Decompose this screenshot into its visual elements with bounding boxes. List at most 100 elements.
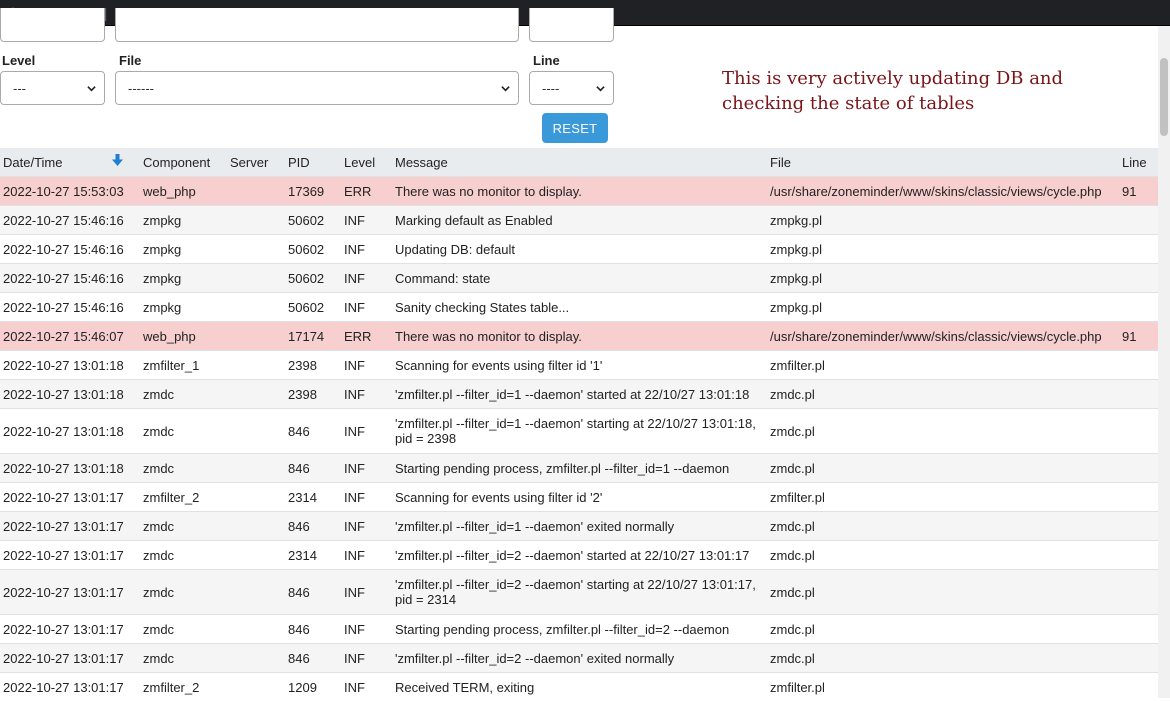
cell-datetime: 2022-10-27 13:01:17 [0, 644, 140, 673]
filter-select-partial-2[interactable] [115, 8, 519, 42]
cell-server [227, 351, 285, 380]
line-filter-select[interactable]: ---- [529, 71, 614, 105]
cell-message: Starting pending process, zmfilter.pl --… [392, 454, 767, 483]
cell-server [227, 483, 285, 512]
col-header-level[interactable]: Level [341, 148, 392, 177]
cell-pid: 2314 [285, 483, 341, 512]
table-row[interactable]: 2022-10-27 13:01:18zmdc846INFStarting pe… [0, 454, 1158, 483]
cell-line [1119, 454, 1158, 483]
col-header-message[interactable]: Message [392, 148, 767, 177]
cell-file: zmfilter.pl [767, 351, 1119, 380]
cell-component: zmpkg [140, 206, 227, 235]
cell-server [227, 322, 285, 351]
cell-pid: 50602 [285, 293, 341, 322]
cell-datetime: 2022-10-27 13:01:18 [0, 380, 140, 409]
cell-server [227, 380, 285, 409]
cell-datetime: 2022-10-27 15:46:16 [0, 206, 140, 235]
filter-select-partial-3[interactable] [529, 8, 614, 42]
cell-file: zmpkg.pl [767, 235, 1119, 264]
cell-level: INF [341, 409, 392, 454]
table-row[interactable]: 2022-10-27 15:53:03web_php17369ERRThere … [0, 177, 1158, 206]
cell-line: 91 [1119, 322, 1158, 351]
cell-line [1119, 673, 1158, 701]
table-row[interactable]: 2022-10-27 15:46:07web_php17174ERRThere … [0, 322, 1158, 351]
cell-level: INF [341, 206, 392, 235]
table-row[interactable]: 2022-10-27 13:01:18zmfilter_12398INFScan… [0, 351, 1158, 380]
cell-level: INF [341, 644, 392, 673]
table-row[interactable]: 2022-10-27 13:01:17zmdc2314INF'zmfilter.… [0, 541, 1158, 570]
cell-file: zmpkg.pl [767, 206, 1119, 235]
filter-select-partial-1[interactable] [0, 8, 105, 42]
cell-line [1119, 235, 1158, 264]
col-header-pid[interactable]: PID [285, 148, 341, 177]
cell-message: Sanity checking States table... [392, 293, 767, 322]
cell-file: zmpkg.pl [767, 293, 1119, 322]
cell-pid: 17369 [285, 177, 341, 206]
table-row[interactable]: 2022-10-27 13:01:18zmdc846INF'zmfilter.p… [0, 409, 1158, 454]
scrollbar-thumb[interactable] [1160, 58, 1168, 136]
cell-line [1119, 293, 1158, 322]
cell-file: /usr/share/zoneminder/www/skins/classic/… [767, 177, 1119, 206]
cell-message: 'zmfilter.pl --filter_id=1 --daemon' sta… [392, 380, 767, 409]
file-filter-label: File [119, 53, 141, 68]
cell-level: INF [341, 380, 392, 409]
col-header-datetime[interactable]: Date/Time [0, 148, 140, 177]
cell-datetime: 2022-10-27 13:01:17 [0, 615, 140, 644]
cell-message: Updating DB: default [392, 235, 767, 264]
cell-line [1119, 351, 1158, 380]
cell-level: ERR [341, 322, 392, 351]
cell-pid: 2314 [285, 541, 341, 570]
table-row[interactable]: 2022-10-27 13:01:17zmdc846INFStarting pe… [0, 615, 1158, 644]
cell-server [227, 235, 285, 264]
cell-server [227, 673, 285, 701]
table-row[interactable]: 2022-10-27 15:46:16zmpkg50602INFCommand:… [0, 264, 1158, 293]
page-scrollbar[interactable] [1158, 26, 1170, 698]
col-header-server[interactable]: Server [227, 148, 285, 177]
cell-pid: 846 [285, 644, 341, 673]
cell-line: 91 [1119, 177, 1158, 206]
sort-down-arrow-icon[interactable] [112, 154, 123, 167]
table-row[interactable]: 2022-10-27 15:46:16zmpkg50602INFUpdating… [0, 235, 1158, 264]
col-header-file[interactable]: File [767, 148, 1119, 177]
level-filter-value: --- [13, 81, 26, 96]
table-row[interactable]: 2022-10-27 13:01:17zmdc846INF'zmfilter.p… [0, 570, 1158, 615]
table-row[interactable]: 2022-10-27 13:01:17zmdc846INF'zmfilter.p… [0, 644, 1158, 673]
cell-component: zmdc [140, 541, 227, 570]
cell-line [1119, 570, 1158, 615]
cell-message: There was no monitor to display. [392, 322, 767, 351]
cell-datetime: 2022-10-27 13:01:18 [0, 409, 140, 454]
cell-line [1119, 483, 1158, 512]
chevron-down-icon [87, 84, 96, 93]
table-row[interactable]: 2022-10-27 13:01:17zmfilter_21209INFRece… [0, 673, 1158, 701]
cell-pid: 1209 [285, 673, 341, 701]
table-row[interactable]: 2022-10-27 15:46:16zmpkg50602INFSanity c… [0, 293, 1158, 322]
cell-pid: 846 [285, 615, 341, 644]
cell-level: INF [341, 673, 392, 701]
table-row[interactable]: 2022-10-27 15:46:16zmpkg 50602INFMarking … [0, 206, 1158, 235]
line-filter-value: ---- [542, 81, 559, 96]
level-filter-select[interactable]: --- [0, 71, 105, 105]
cell-component: zmpkg [140, 235, 227, 264]
cell-file: zmdc.pl [767, 541, 1119, 570]
cell-pid: 846 [285, 512, 341, 541]
col-header-line[interactable]: Line [1119, 148, 1158, 177]
cell-message: Marking default as Enabled [392, 206, 767, 235]
cell-server [227, 206, 285, 235]
cell-datetime: 2022-10-27 15:46:16 [0, 235, 140, 264]
cell-pid: 50602 [285, 206, 341, 235]
cell-datetime: 2022-10-27 15:46:07 [0, 322, 140, 351]
col-header-component[interactable]: Component [140, 148, 227, 177]
table-row[interactable]: 2022-10-27 13:01:17zmfilter_22314INFScan… [0, 483, 1158, 512]
cell-line [1119, 409, 1158, 454]
file-filter-select[interactable]: ------ [115, 71, 519, 105]
log-table-body: 2022-10-27 15:53:03web_php17369ERRThere … [0, 177, 1158, 701]
cell-line [1119, 512, 1158, 541]
cell-datetime: 2022-10-27 13:01:17 [0, 541, 140, 570]
table-row[interactable]: 2022-10-27 13:01:18zmdc2398INF'zmfilter.… [0, 380, 1158, 409]
cell-file: zmfilter.pl [767, 673, 1119, 701]
table-row[interactable]: 2022-10-27 13:01:17zmdc846INF'zmfilter.p… [0, 512, 1158, 541]
cell-datetime: 2022-10-27 13:01:17 [0, 512, 140, 541]
cell-component: zmfilter_2 [140, 483, 227, 512]
reset-button[interactable]: RESET [542, 113, 608, 143]
cell-message: Scanning for events using filter id '1' [392, 351, 767, 380]
